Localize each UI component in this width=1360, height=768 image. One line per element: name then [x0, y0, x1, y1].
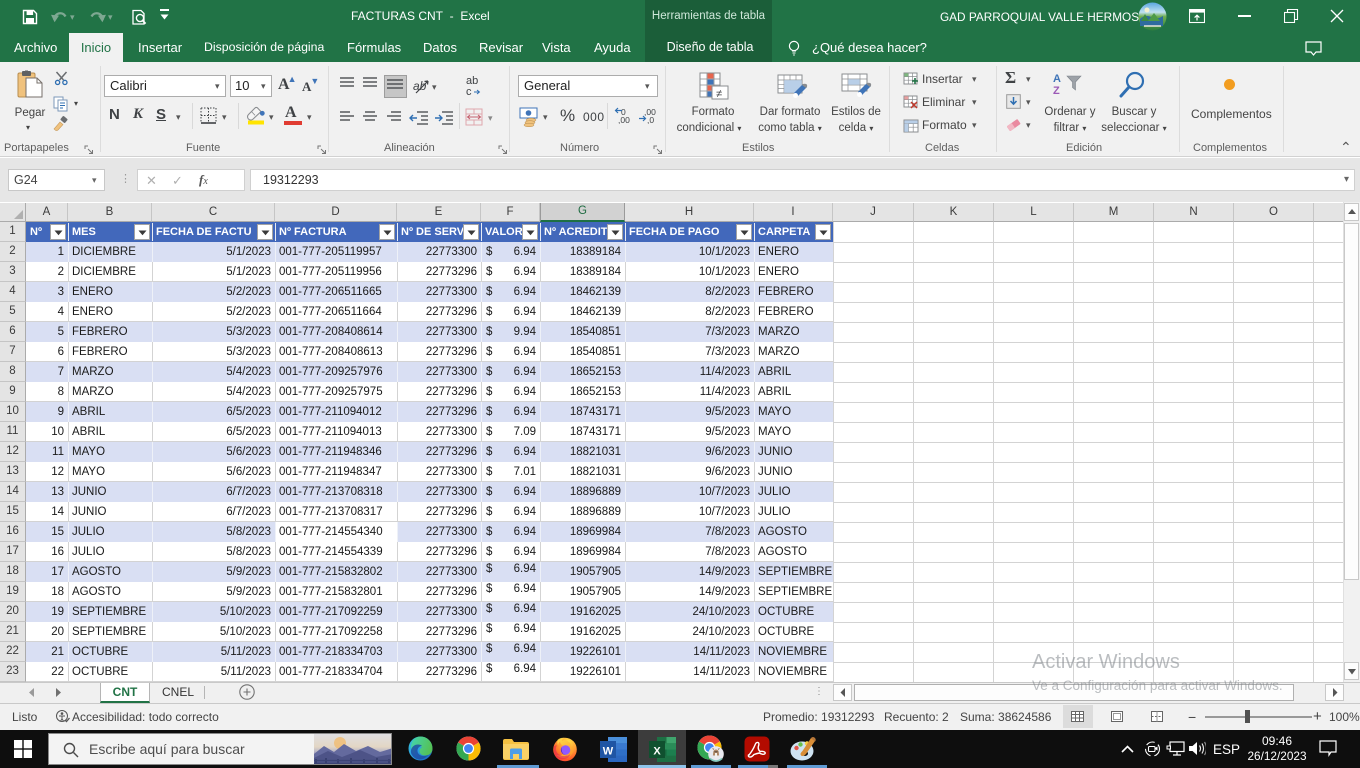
- svg-text:Z: Z: [1053, 85, 1060, 96]
- svg-text:A: A: [1053, 73, 1061, 85]
- svg-text:,0: ,0: [647, 115, 654, 124]
- svg-text:X: X: [653, 746, 661, 758]
- svg-text:W: W: [603, 746, 614, 758]
- svg-text:,00: ,00: [618, 115, 630, 124]
- svg-text:≠: ≠: [716, 88, 722, 100]
- svg-text:c: c: [466, 86, 472, 98]
